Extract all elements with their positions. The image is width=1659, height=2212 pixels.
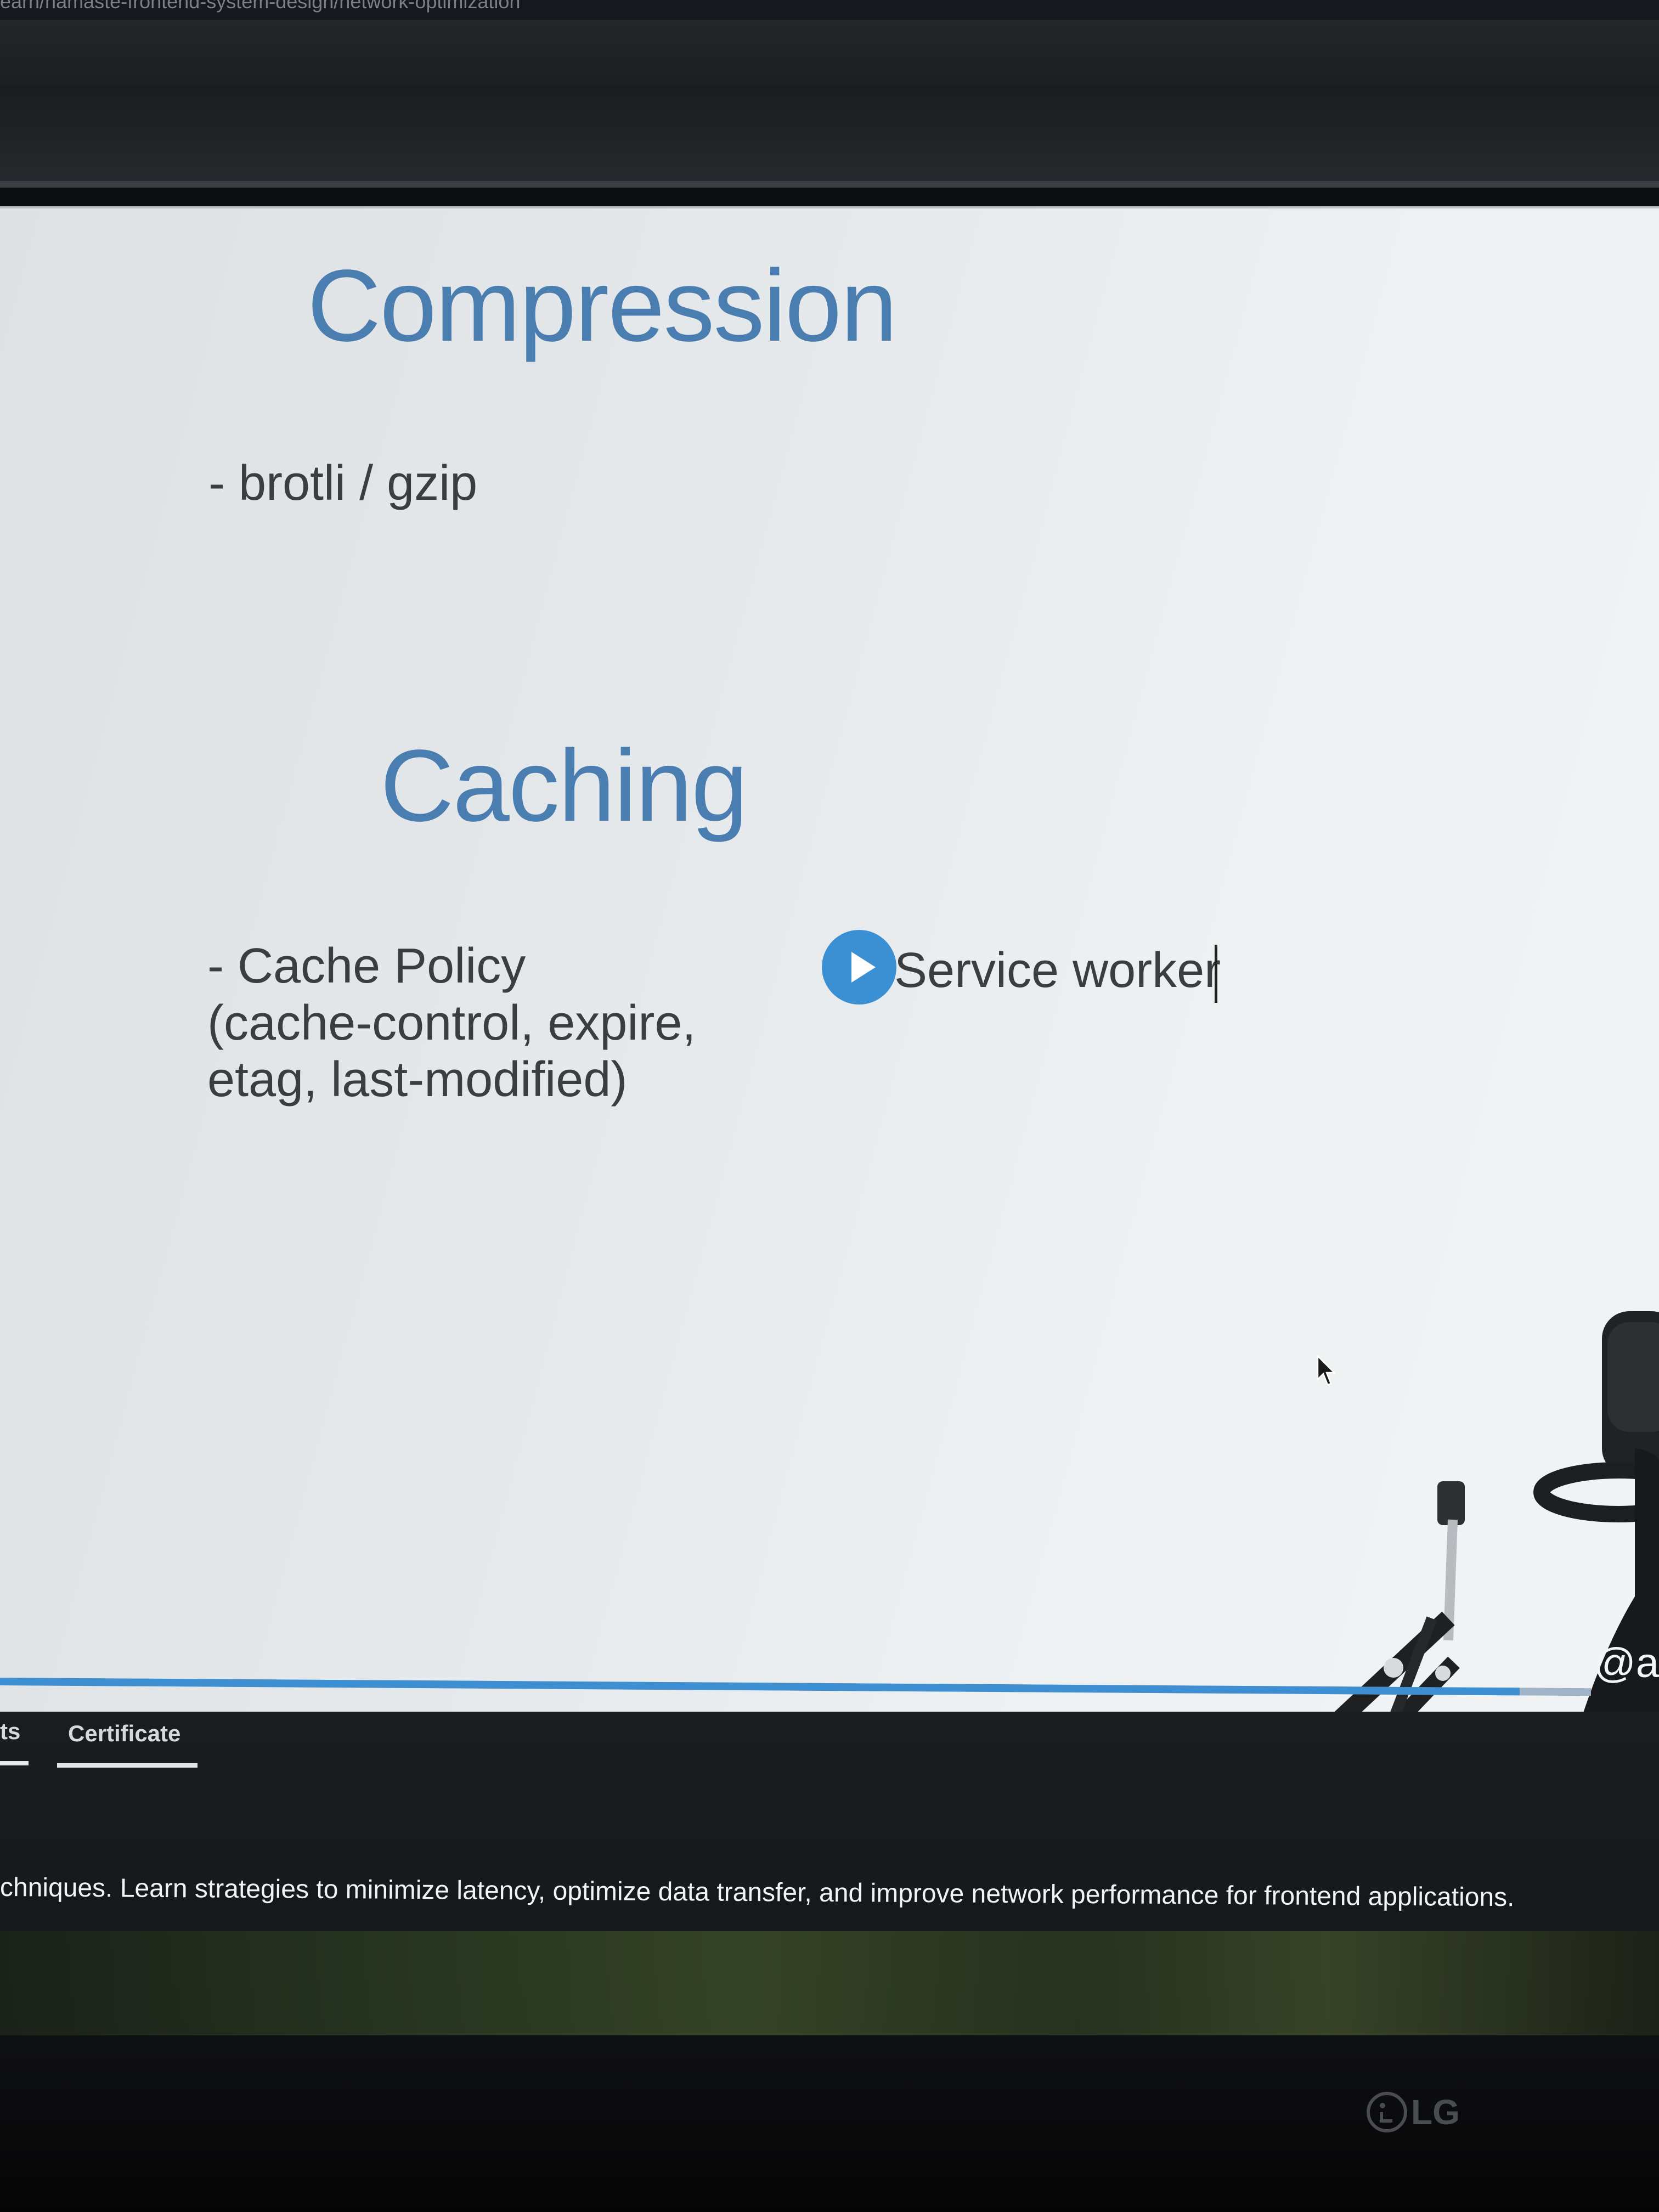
tab-underline-certificate — [57, 1763, 198, 1768]
tab-partial[interactable]: ts — [0, 1718, 20, 1745]
slide-text-service-worker: Service worker — [894, 943, 1221, 998]
browser-tab-bar — [0, 20, 1659, 86]
page-header-bar — [0, 86, 1659, 184]
slide-heading-caching: Caching — [380, 729, 748, 843]
slide-bullet-cache-policy: - Cache Policy (cache-control, expire, e… — [207, 938, 696, 1109]
tab-underline — [0, 1761, 29, 1765]
slide-bullet-brotli-gzip: - brotli / gzip — [208, 456, 478, 511]
brand-text: LG — [1411, 2092, 1460, 2132]
channel-handle-watermark: @a — [1593, 1640, 1659, 1686]
cache-policy-line-1: - Cache Policy — [207, 939, 526, 994]
lg-logo-icon: LG — [1367, 2092, 1460, 2132]
slide-heading-compression: Compression — [307, 249, 898, 363]
url-text: earn/namaste-frontend-system-design/netw… — [0, 0, 521, 13]
header-divider — [0, 181, 1659, 188]
cache-policy-line-2: (cache-control, expire, — [207, 995, 696, 1051]
text-caret — [1215, 945, 1217, 1003]
tab-certificate[interactable]: Certificate — [68, 1720, 180, 1747]
video-player-slide[interactable]: Compression - brotli / gzip Caching - Ca… — [0, 208, 1659, 1712]
cache-policy-line-3: etag, last-modified) — [207, 1052, 628, 1107]
play-icon[interactable] — [822, 930, 896, 1005]
background-foliage — [0, 1931, 1659, 2041]
microphone-image — [1334, 1311, 1659, 1712]
url-bar[interactable]: earn/namaste-frontend-system-design/netw… — [0, 0, 1659, 20]
